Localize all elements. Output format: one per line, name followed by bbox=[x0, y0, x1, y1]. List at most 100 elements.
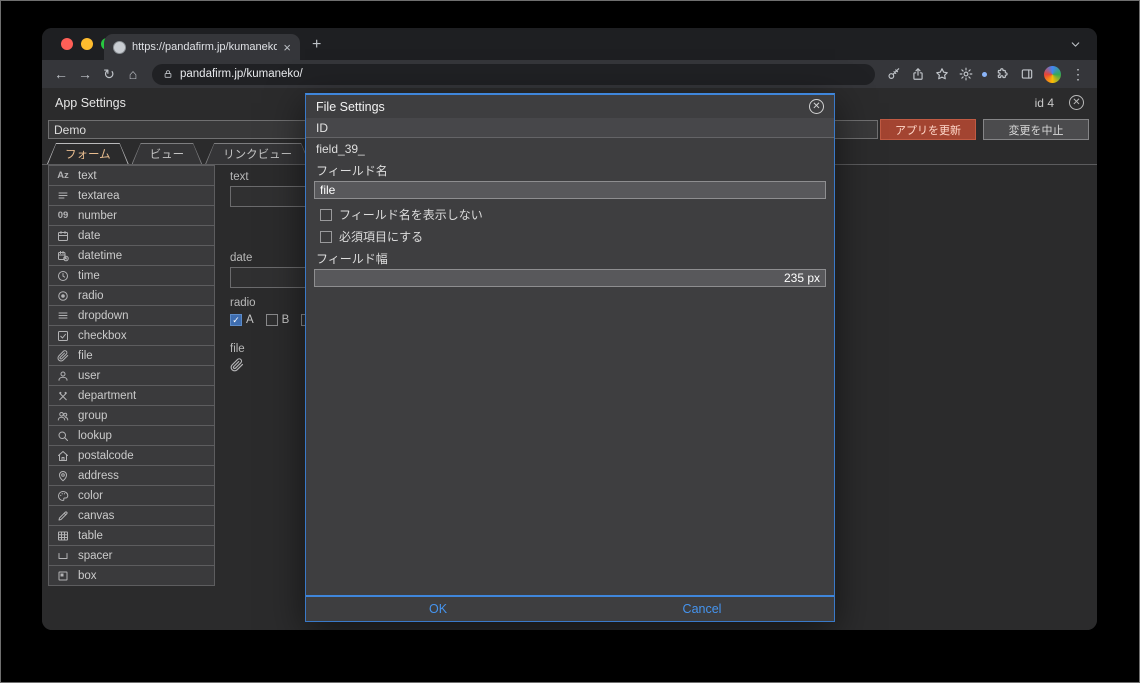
abort-changes-button[interactable]: 変更を中止 bbox=[983, 119, 1089, 140]
field-width-input[interactable] bbox=[314, 269, 826, 287]
dialog-header: File Settings ✕ bbox=[306, 95, 834, 118]
minimize-window-button[interactable] bbox=[81, 38, 93, 50]
app-tab-3[interactable]: リンクビュー bbox=[205, 143, 310, 164]
field-name-input[interactable] bbox=[314, 181, 826, 199]
sidebar-item-label: canvas bbox=[78, 509, 115, 522]
sidebar-item-checkbox[interactable]: checkbox bbox=[48, 325, 215, 346]
sidebar-item-label: department bbox=[78, 389, 137, 402]
spacer-icon bbox=[56, 550, 70, 562]
sidebar-item-group[interactable]: group bbox=[48, 405, 215, 426]
user-icon bbox=[56, 370, 70, 382]
sidebar-item-time[interactable]: time bbox=[48, 265, 215, 286]
bookmark-star-icon[interactable] bbox=[931, 64, 953, 84]
field-palette: Az text textarea 09 number date datetime time ra… bbox=[48, 165, 215, 586]
menu-dots-icon[interactable]: ⋮ bbox=[1067, 64, 1089, 84]
sidebar-item-label: text bbox=[78, 169, 97, 182]
password-key-icon[interactable] bbox=[883, 64, 905, 84]
toolbar-right-icons: ⋮ bbox=[883, 64, 1089, 84]
sidebar-item-label: checkbox bbox=[78, 329, 127, 342]
sidebar-item-lookup[interactable]: lookup bbox=[48, 425, 215, 446]
required-field-label: 必須項目にする bbox=[339, 230, 424, 244]
sidebar-item-textarea[interactable]: textarea bbox=[48, 185, 215, 206]
address-bar[interactable]: pandafirm.jp/kumaneko/ bbox=[152, 63, 875, 85]
sidebar-item-color[interactable]: color bbox=[48, 485, 215, 506]
time-icon bbox=[56, 270, 70, 282]
ok-button[interactable]: OK bbox=[429, 602, 447, 616]
sidebar-item-label: time bbox=[78, 269, 100, 282]
sidebar-item-department[interactable]: department bbox=[48, 385, 215, 406]
update-app-button[interactable]: アプリを更新 bbox=[880, 119, 976, 140]
profile-avatar[interactable] bbox=[1044, 65, 1061, 83]
sidebar-item-text[interactable]: Az text bbox=[48, 165, 215, 186]
option-checkbox-icon[interactable] bbox=[265, 314, 278, 326]
sidebar-item-label: file bbox=[78, 349, 93, 362]
sidebar-item-label: datetime bbox=[78, 249, 123, 262]
app-id-badge: id 4 bbox=[1034, 95, 1054, 110]
option-checkbox-icon[interactable]: ✓ bbox=[230, 314, 242, 326]
sidebar-item-label: radio bbox=[78, 289, 104, 302]
side-panel-icon[interactable] bbox=[1016, 64, 1038, 84]
sidebar-item-file[interactable]: file bbox=[48, 345, 215, 366]
forward-icon[interactable]: → bbox=[74, 64, 96, 84]
browser-toolbar: ← → ↻ ⌂ pandafirm.jp/kumaneko/ ⋮ bbox=[42, 60, 1097, 88]
share-icon[interactable] bbox=[907, 64, 929, 84]
sidebar-item-box[interactable]: box bbox=[48, 565, 215, 586]
dialog-close-icon[interactable]: ✕ bbox=[809, 99, 824, 114]
tab-close-icon[interactable]: × bbox=[283, 41, 291, 54]
cancel-button[interactable]: Cancel bbox=[683, 602, 722, 616]
hide-field-name-row[interactable]: フィールド名を表示しない bbox=[320, 208, 834, 222]
canvas-radio-field-label: radio bbox=[230, 297, 256, 309]
hide-field-name-label: フィールド名を表示しない bbox=[339, 208, 483, 222]
tab-search-chevron-icon[interactable] bbox=[1069, 38, 1082, 51]
page-close-icon[interactable]: ✕ bbox=[1069, 95, 1084, 110]
postalcode-icon bbox=[56, 450, 70, 462]
sidebar-item-spacer[interactable]: spacer bbox=[48, 545, 215, 566]
tab-title: https://pandafirm.jp/kumaneko bbox=[132, 41, 278, 53]
tab-favicon-icon bbox=[113, 40, 126, 54]
app-tab-label: リンクビュー bbox=[206, 144, 309, 164]
close-window-button[interactable] bbox=[61, 38, 73, 50]
sidebar-item-datetime[interactable]: datetime bbox=[48, 245, 215, 266]
file-settings-dialog: File Settings ✕ ID field_39_ フィールド名 フィール… bbox=[305, 93, 835, 622]
sidebar-item-label: dropdown bbox=[78, 309, 129, 322]
paperclip-icon bbox=[230, 358, 244, 372]
new-tab-button[interactable]: + bbox=[312, 37, 321, 53]
field-id-value: field_39_ bbox=[316, 142, 365, 156]
radio-option-A[interactable]: ✓ A bbox=[230, 314, 254, 326]
browser-tab[interactable]: https://pandafirm.jp/kumaneko × bbox=[104, 34, 300, 60]
canvas-text-field-label: text bbox=[230, 171, 249, 183]
app-tab-2[interactable]: ビュー bbox=[132, 143, 203, 164]
radio-option-B[interactable]: B bbox=[265, 314, 289, 326]
datetime-icon bbox=[56, 250, 70, 262]
sidebar-item-label: address bbox=[78, 469, 119, 482]
extensions-puzzle-icon[interactable] bbox=[992, 64, 1014, 84]
sidebar-item-postalcode[interactable]: postalcode bbox=[48, 445, 215, 466]
text-icon: Az bbox=[57, 170, 69, 181]
field-name-label: フィールド名 bbox=[316, 163, 388, 178]
browser-tabstrip: https://pandafirm.jp/kumaneko × + bbox=[42, 28, 1097, 60]
reload-icon[interactable]: ↻ bbox=[98, 64, 120, 84]
sidebar-item-table[interactable]: table bbox=[48, 525, 215, 546]
lock-icon[interactable] bbox=[163, 69, 173, 79]
box-icon bbox=[56, 570, 70, 582]
required-field-checkbox[interactable] bbox=[320, 230, 332, 243]
address-url: pandafirm.jp/kumaneko/ bbox=[180, 68, 303, 80]
sidebar-item-number[interactable]: 09 number bbox=[48, 205, 215, 226]
hide-field-name-checkbox[interactable] bbox=[320, 208, 332, 221]
textarea-icon bbox=[56, 190, 70, 202]
sidebar-item-dropdown[interactable]: dropdown bbox=[48, 305, 215, 326]
browser-window: https://pandafirm.jp/kumaneko × + ← → ↻ … bbox=[42, 28, 1097, 630]
field-id-label: ID bbox=[316, 120, 328, 135]
sidebar-item-address[interactable]: address bbox=[48, 465, 215, 486]
group-icon bbox=[56, 410, 70, 422]
back-icon[interactable]: ← bbox=[50, 64, 72, 84]
settings-gear-icon[interactable] bbox=[955, 64, 977, 84]
home-icon[interactable]: ⌂ bbox=[122, 64, 144, 84]
sidebar-item-date[interactable]: date bbox=[48, 225, 215, 246]
sidebar-item-canvas[interactable]: canvas bbox=[48, 505, 215, 526]
app-tab-1[interactable]: フォーム bbox=[47, 143, 129, 164]
sidebar-item-radio[interactable]: radio bbox=[48, 285, 215, 306]
required-field-row[interactable]: 必須項目にする bbox=[320, 230, 834, 244]
sidebar-item-user[interactable]: user bbox=[48, 365, 215, 386]
paperclip-icon bbox=[56, 349, 70, 362]
